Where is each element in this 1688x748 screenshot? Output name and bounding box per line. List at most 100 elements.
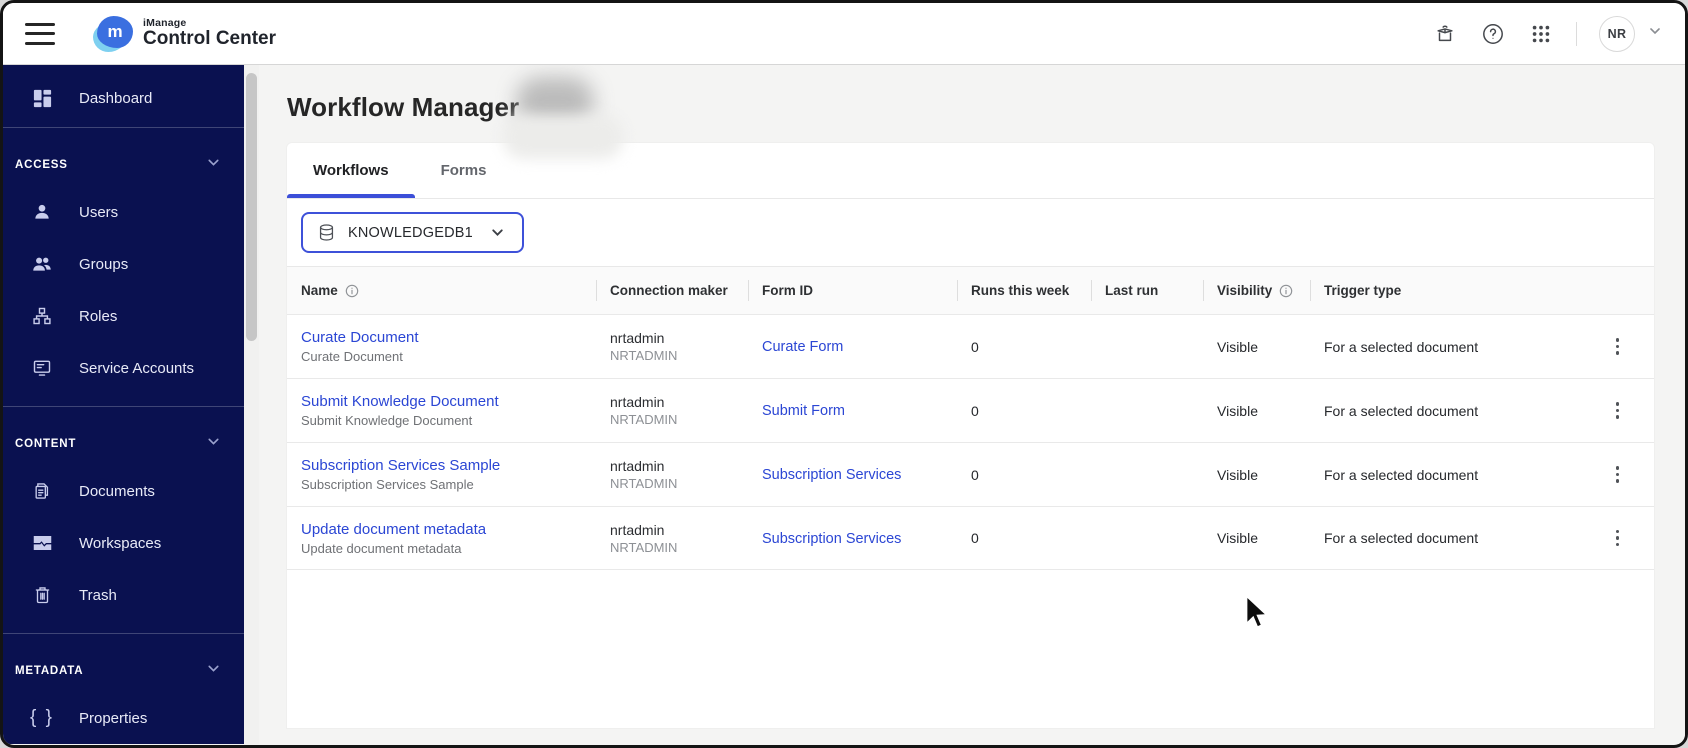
workflow-name-link[interactable]: Subscription Services Sample bbox=[301, 457, 596, 474]
chevron-down-icon bbox=[205, 660, 222, 682]
sidebar-nav: Dashboard ACCESS Users Groups Roles Serv… bbox=[3, 65, 244, 744]
imanage-logo-icon: m bbox=[93, 15, 133, 52]
sidebar-item-documents[interactable]: Documents bbox=[3, 465, 244, 517]
sidebar-item-label: Roles bbox=[79, 307, 118, 325]
workflow-name-link[interactable]: Submit Knowledge Document bbox=[301, 393, 596, 410]
sidebar-item-label: Documents bbox=[79, 482, 155, 500]
whats-new-gift-icon[interactable] bbox=[1432, 21, 1458, 47]
tab-forms[interactable]: Forms bbox=[415, 143, 513, 198]
top-header: m iManage Control Center NR bbox=[3, 3, 1685, 65]
connection-maker-org: NRTADMIN bbox=[610, 348, 678, 363]
user-avatar[interactable]: NR bbox=[1599, 15, 1635, 52]
column-header-form-id[interactable]: Form ID bbox=[748, 267, 957, 314]
runs-this-week: 0 bbox=[971, 338, 979, 355]
connection-maker-org: NRTADMIN bbox=[610, 476, 678, 491]
column-header-actions bbox=[1581, 267, 1654, 314]
column-header-trigger-type[interactable]: Trigger type bbox=[1310, 267, 1581, 314]
chevron-down-icon bbox=[489, 224, 506, 241]
form-id-link[interactable]: Submit Form bbox=[762, 403, 845, 419]
tab-workflows[interactable]: Workflows bbox=[287, 143, 415, 198]
workflow-subtitle: Subscription Services Sample bbox=[301, 477, 474, 492]
row-actions-kebab-icon[interactable] bbox=[1610, 332, 1626, 361]
workflow-card: Workflows Forms KNOWLEDGEDB1 Name Connec… bbox=[287, 143, 1654, 728]
row-actions-kebab-icon[interactable] bbox=[1610, 524, 1626, 553]
sidebar-item-label: Service Accounts bbox=[79, 359, 195, 377]
sidebar-item-label: Dashboard bbox=[79, 89, 153, 107]
runs-this-week: 0 bbox=[971, 466, 979, 483]
trigger-type: For a selected document bbox=[1324, 530, 1479, 546]
sidebar-item-label: Properties bbox=[79, 709, 148, 727]
header-divider bbox=[1576, 21, 1577, 46]
sidebar-item-properties[interactable]: { } Properties bbox=[3, 692, 244, 744]
trash-icon bbox=[31, 585, 53, 605]
app-grid-icon[interactable] bbox=[1528, 21, 1554, 47]
workflow-name-link[interactable]: Curate Document bbox=[301, 329, 596, 346]
chevron-down-icon bbox=[205, 433, 222, 455]
row-actions-kebab-icon[interactable] bbox=[1610, 460, 1626, 489]
workflow-name-link[interactable]: Update document metadata bbox=[301, 521, 596, 538]
workspaces-icon bbox=[31, 534, 53, 552]
info-icon[interactable] bbox=[1279, 284, 1293, 298]
connection-maker: nrtadmin bbox=[610, 394, 665, 410]
sidebar-item-users[interactable]: Users bbox=[3, 186, 244, 238]
users-icon bbox=[31, 202, 53, 222]
library-selector[interactable]: KNOWLEDGEDB1 bbox=[301, 212, 524, 253]
trigger-type: For a selected document bbox=[1324, 466, 1479, 483]
sidebar-item-dashboard[interactable]: Dashboard bbox=[3, 71, 244, 125]
roles-icon bbox=[31, 306, 53, 326]
form-id-link[interactable]: Subscription Services bbox=[762, 531, 901, 547]
table-row: Update document metadata Update document … bbox=[287, 506, 1654, 570]
column-header-last-run[interactable]: Last run bbox=[1091, 267, 1203, 314]
page-title: Workflow Manager bbox=[287, 91, 520, 122]
sidebar-section-metadata[interactable]: METADATA bbox=[3, 634, 244, 692]
dashboard-icon bbox=[31, 88, 53, 109]
visibility: Visible bbox=[1217, 466, 1258, 483]
info-icon[interactable] bbox=[345, 284, 359, 298]
sidebar-item-groups[interactable]: Groups bbox=[3, 238, 244, 290]
main-content: Workflow Manager Workflows Forms KNOWLED… bbox=[259, 65, 1685, 744]
account-chevron-down-icon[interactable] bbox=[1647, 23, 1663, 44]
workflow-subtitle: Submit Knowledge Document bbox=[301, 413, 473, 428]
sidebar-section-access[interactable]: ACCESS bbox=[3, 128, 244, 186]
sidebar-scrollbar[interactable] bbox=[244, 65, 259, 744]
help-icon[interactable] bbox=[1480, 21, 1506, 47]
app-name: Control Center bbox=[143, 28, 276, 49]
workflow-subtitle: Curate Document bbox=[301, 349, 403, 364]
hamburger-menu-icon[interactable] bbox=[25, 22, 55, 45]
form-id-link[interactable]: Curate Form bbox=[762, 339, 843, 355]
sidebar-item-label: Workspaces bbox=[79, 534, 162, 552]
section-label: CONTENT bbox=[15, 438, 77, 450]
column-header-connection-maker[interactable]: Connection maker bbox=[596, 267, 748, 314]
trigger-type: For a selected document bbox=[1324, 402, 1479, 419]
connection-maker: nrtadmin bbox=[610, 330, 665, 346]
visibility: Visible bbox=[1217, 402, 1258, 419]
chevron-down-icon bbox=[205, 154, 222, 176]
trigger-type: For a selected document bbox=[1324, 338, 1479, 355]
service-accounts-icon bbox=[31, 358, 53, 378]
connection-maker: nrtadmin bbox=[610, 521, 665, 538]
sidebar-item-service-accounts[interactable]: Service Accounts bbox=[3, 342, 244, 394]
sidebar-item-roles[interactable]: Roles bbox=[3, 290, 244, 342]
sidebar-item-workspaces[interactable]: Workspaces bbox=[3, 517, 244, 569]
section-label: METADATA bbox=[15, 665, 84, 677]
sidebar-section-content[interactable]: CONTENT bbox=[3, 407, 244, 465]
documents-icon bbox=[31, 481, 53, 501]
column-header-visibility[interactable]: Visibility bbox=[1203, 267, 1310, 314]
connection-maker: nrtadmin bbox=[610, 458, 665, 474]
scrollbar-thumb[interactable] bbox=[246, 73, 257, 341]
tab-bar: Workflows Forms bbox=[287, 143, 1654, 199]
database-icon bbox=[317, 223, 336, 242]
workflow-subtitle: Update document metadata bbox=[301, 540, 462, 556]
table-row: Curate Document Curate Document nrtadmin N… bbox=[287, 314, 1654, 378]
sidebar-item-label: Users bbox=[79, 203, 119, 221]
column-header-name[interactable]: Name bbox=[287, 267, 596, 314]
form-id-link[interactable]: Subscription Services bbox=[762, 467, 901, 483]
imanage-logo[interactable]: m iManage Control Center bbox=[93, 15, 276, 52]
sidebar-item-label: Trash bbox=[79, 586, 117, 604]
sidebar-item-trash[interactable]: Trash bbox=[3, 569, 244, 621]
sidebar-item-label: Groups bbox=[79, 255, 129, 273]
column-header-runs-this-week[interactable]: Runs this week bbox=[957, 267, 1091, 314]
row-actions-kebab-icon[interactable] bbox=[1610, 396, 1626, 425]
properties-braces-icon: { } bbox=[30, 707, 54, 728]
runs-this-week: 0 bbox=[971, 530, 979, 546]
